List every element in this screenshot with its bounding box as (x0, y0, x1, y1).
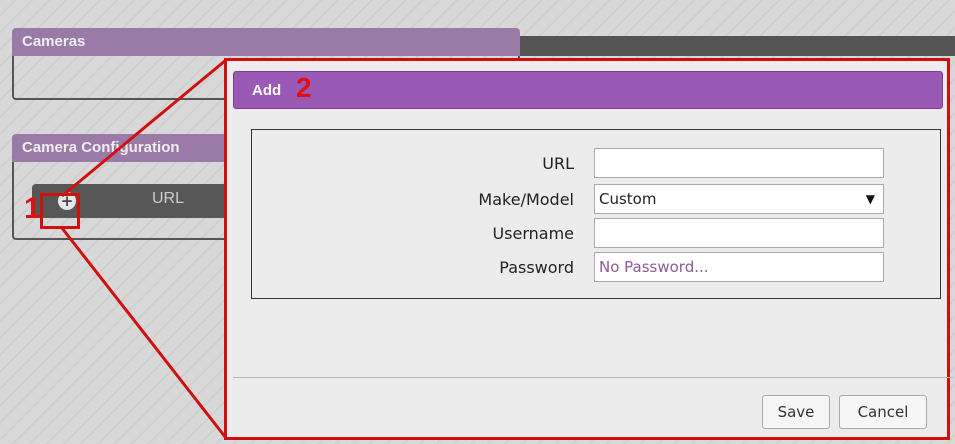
camera-form: URL Make/Model Custom ▼ Username Passwor… (251, 129, 941, 299)
step-marker-2: 2 (296, 72, 312, 103)
url-row: URL (252, 148, 940, 178)
username-label: Username (492, 224, 574, 243)
dialog-header: Add 2 (233, 71, 943, 109)
url-input[interactable] (594, 148, 884, 178)
url-label: URL (542, 154, 574, 173)
password-label: Password (499, 258, 574, 277)
password-row: Password No Password... (252, 252, 940, 282)
password-input[interactable]: No Password... (594, 252, 884, 282)
add-camera-dialog: Add 2 URL Make/Model Custom ▼ Username P… (224, 58, 953, 440)
dropdown-arrow-icon: ▼ (865, 192, 875, 206)
make-model-select[interactable]: Custom ▼ (594, 184, 884, 214)
make-model-value: Custom (599, 190, 657, 208)
username-input[interactable] (594, 218, 884, 248)
save-button[interactable]: Save (762, 395, 830, 429)
cancel-button[interactable]: Cancel (839, 395, 927, 429)
dialog-inner: Add 2 URL Make/Model Custom ▼ Username P… (233, 71, 953, 433)
dialog-title: Add (252, 82, 282, 99)
make-model-row: Make/Model Custom ▼ (252, 184, 940, 214)
dialog-footer-divider (233, 377, 953, 378)
username-row: Username (252, 218, 940, 248)
make-model-label: Make/Model (478, 190, 574, 209)
